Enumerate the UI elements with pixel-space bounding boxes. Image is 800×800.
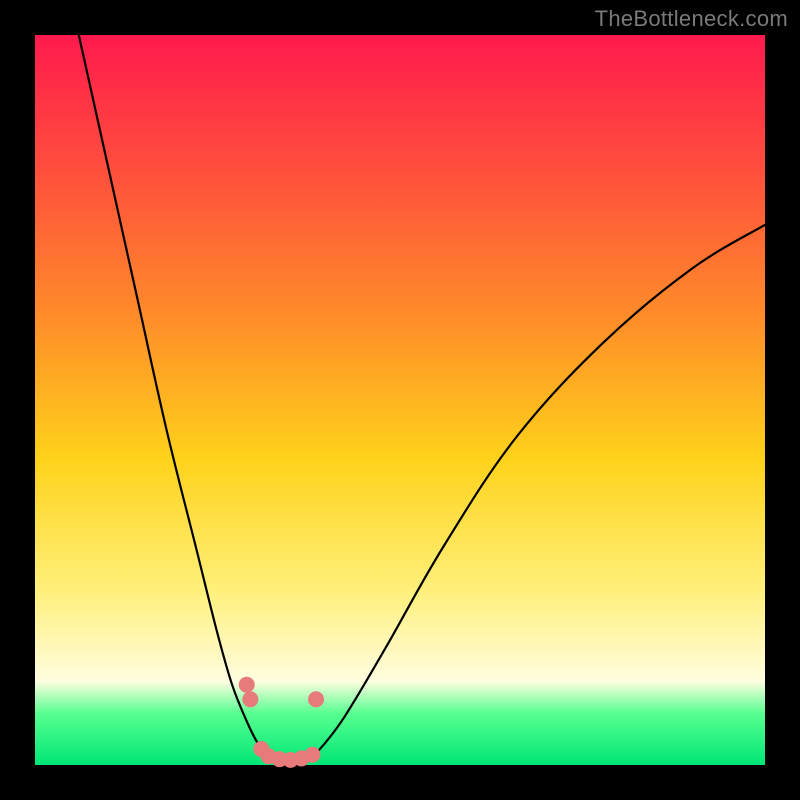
curve-group [79,35,765,763]
bottleneck-curve-left [79,35,269,758]
balance-marker [304,747,320,763]
bottleneck-curve-right [312,225,765,758]
balance-marker [239,677,255,693]
plot-area [35,35,765,765]
watermark-text: TheBottleneck.com [595,6,788,32]
chart-overlay [35,35,765,765]
balance-marker [242,691,258,707]
outer-frame: TheBottleneck.com [0,0,800,800]
marker-group [239,677,324,768]
balance-marker [308,691,324,707]
